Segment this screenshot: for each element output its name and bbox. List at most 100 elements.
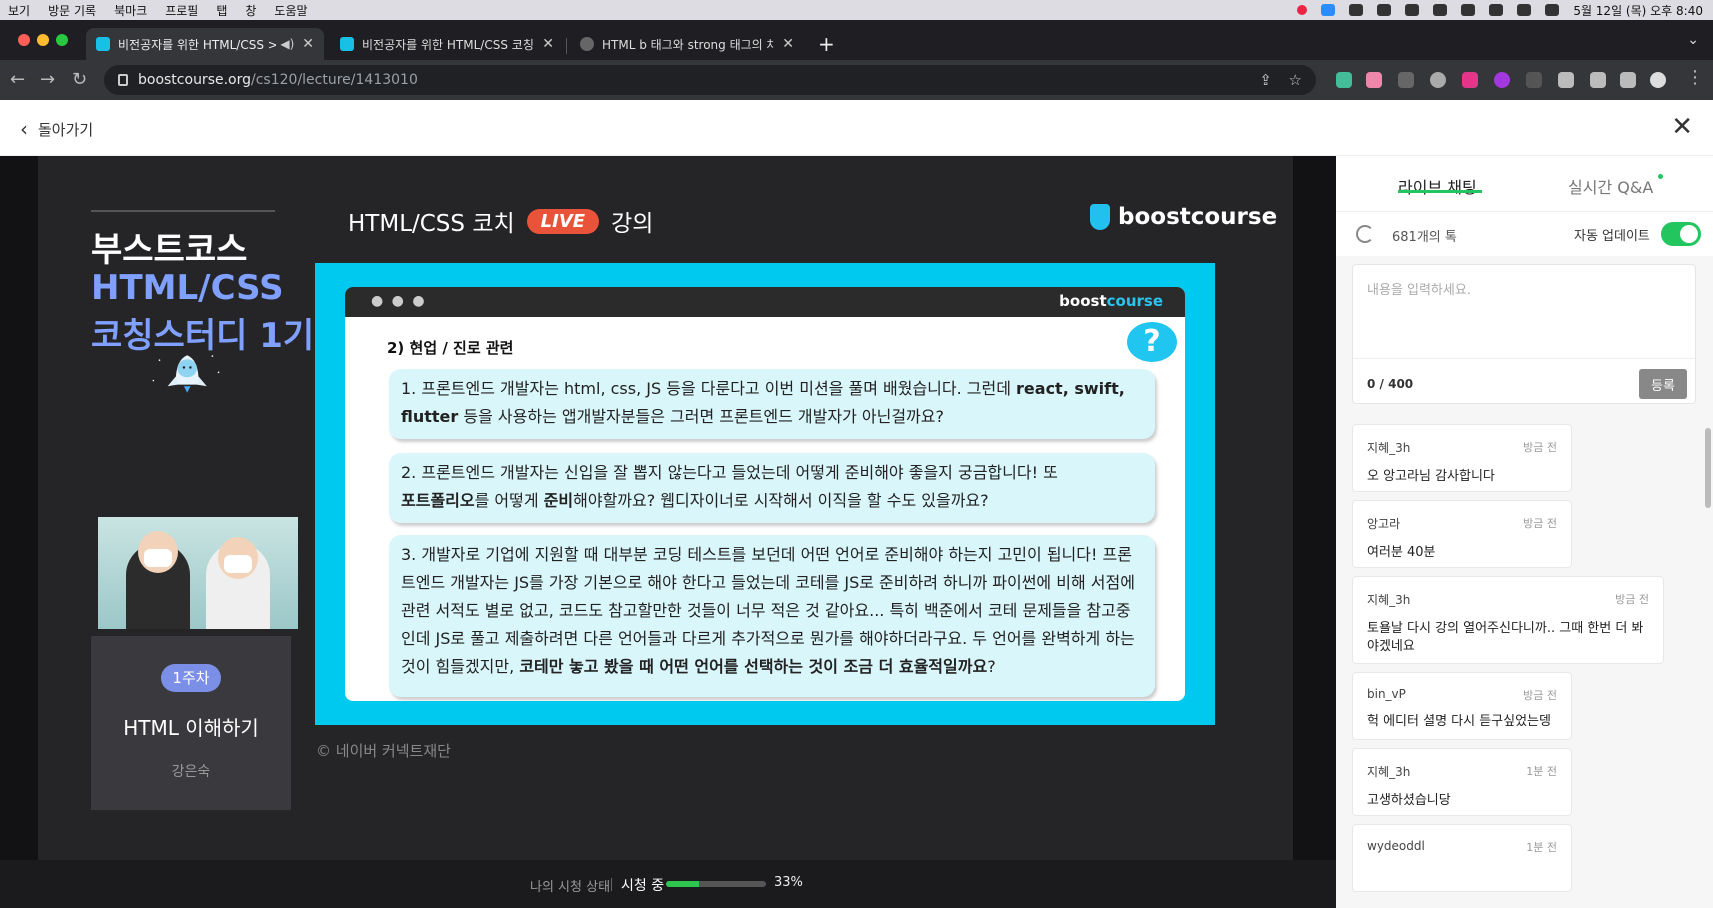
scrollbar-thumb[interactable]: [1705, 428, 1711, 508]
message-text: 오 앙고라님 감사합니다: [1367, 469, 1495, 484]
share-icon[interactable]: ⇪: [1259, 71, 1272, 89]
submit-button[interactable]: 등록: [1639, 369, 1687, 399]
slide-heading-right: 강의: [611, 211, 654, 237]
slide-heading-left: HTML/CSS 코치: [348, 211, 515, 237]
extensions-puzzle-icon[interactable]: [1558, 72, 1574, 88]
week-card: 1주차 HTML 이해하기 강은숙: [91, 636, 291, 810]
message-time: 방금 전: [1523, 441, 1557, 454]
minimize-window-icon[interactable]: [37, 34, 49, 46]
question-frame: ● ● ● boostcourse ? 2) 현업 / 진로 관련 1. 프론트…: [315, 263, 1215, 725]
tab-search-chevron-icon[interactable]: ⌄: [1687, 32, 1699, 48]
clock[interactable]: 5월 12일 (목) 오후 8:40: [1573, 2, 1703, 19]
close-tab-icon[interactable]: ✕: [542, 36, 554, 52]
tab-live-chat[interactable]: 라이브 채팅: [1398, 174, 1477, 198]
slide-heading: HTML/CSS 코치 LIVE 강의: [348, 204, 653, 238]
extension-pocket-icon[interactable]: [1462, 72, 1478, 88]
window-dots: ● ● ●: [371, 293, 427, 309]
q2-text: 를 어떻게: [474, 491, 544, 510]
boostcourse-favicon-icon: [96, 37, 110, 51]
question-1: 1. 프론트엔드 개발자는 html, css, JS 등을 다룬다고 이번 미…: [389, 369, 1155, 439]
address-bar[interactable]: boostcourse.org/cs120/lecture/1413010 ⇪ …: [104, 65, 1316, 95]
app-status-icon[interactable]: [1321, 4, 1336, 16]
auto-update-label: 자동 업데이트: [1574, 229, 1650, 244]
extension-pen-icon[interactable]: [1336, 72, 1352, 88]
chat-composer: 0 / 400 등록: [1352, 264, 1696, 404]
status-value: 시청 중: [621, 878, 665, 894]
progress-percent: 33%: [774, 875, 803, 890]
bookmark-star-icon[interactable]: ☆: [1289, 71, 1302, 89]
new-tab-icon[interactable]: +: [818, 32, 835, 56]
moon-icon[interactable]: [1405, 4, 1420, 16]
message-user: 지혜_3h: [1367, 593, 1411, 607]
question-3: 3. 개발자로 기업에 지원할 때 대부분 코딩 테스트를 보던데 어떤 언어로…: [389, 535, 1155, 697]
divider: [91, 210, 275, 212]
record-icon[interactable]: [1297, 5, 1308, 15]
menu-help[interactable]: 도움말: [274, 2, 307, 19]
forward-arrow-icon[interactable]: →: [40, 70, 55, 90]
close-window-icon[interactable]: [18, 34, 30, 46]
reload-icon[interactable]: ↻: [72, 70, 87, 90]
menu-history[interactable]: 방문 기록: [48, 2, 96, 19]
refresh-icon[interactable]: [1356, 225, 1374, 243]
extension-fx-icon[interactable]: [1398, 72, 1414, 88]
section-title: 2) 현업 / 진로 관련: [387, 339, 514, 357]
zoom-window-icon[interactable]: [56, 34, 68, 46]
chat-message-list[interactable]: 지혜_3h 방금 전 오 앙고라님 감사합니다 앙고라 방금 전 여러분 40분…: [1336, 424, 1713, 908]
extension-palette-icon[interactable]: [1366, 72, 1382, 88]
message-time: 방금 전: [1523, 689, 1557, 702]
wifi-icon[interactable]: [1461, 4, 1476, 16]
keyboard-icon[interactable]: [1433, 4, 1448, 16]
back-arrow-icon[interactable]: ←: [10, 70, 25, 90]
back-button[interactable]: ‹ 돌아가기: [20, 117, 93, 141]
auto-update-toggle[interactable]: [1661, 222, 1701, 246]
menu-tab[interactable]: 탭: [216, 2, 227, 19]
chat-scrollbar[interactable]: [1705, 424, 1711, 908]
lock-icon[interactable]: [118, 74, 128, 86]
char-count: 0 / 400: [1367, 377, 1414, 391]
tab-1[interactable]: 비전공자를 위한 HTML/CSS > ◀) ✕: [86, 28, 324, 60]
play-icon[interactable]: [1377, 4, 1392, 16]
close-tab-icon[interactable]: ✕: [782, 36, 794, 52]
progress-fill: [666, 881, 699, 887]
close-icon[interactable]: ✕: [1671, 112, 1693, 142]
battery-icon[interactable]: [1489, 4, 1504, 16]
control-center-icon[interactable]: [1545, 4, 1560, 16]
kebab-menu-icon[interactable]: ⋮: [1686, 68, 1704, 88]
profile-avatar-icon[interactable]: [1650, 72, 1666, 88]
live-badge: LIVE: [526, 208, 600, 234]
github-favicon-icon: [580, 37, 594, 51]
side-panel-icon[interactable]: [1620, 72, 1636, 88]
extension-purple-icon[interactable]: [1494, 72, 1510, 88]
close-tab-icon[interactable]: ✕: [302, 36, 314, 52]
tab-3[interactable]: HTML b 태그와 strong 태그의 차이 ✕: [570, 28, 804, 60]
boostcourse-logo: boostcourse: [1090, 204, 1277, 230]
instructors-photo: [98, 517, 298, 629]
search-icon[interactable]: [1517, 4, 1532, 16]
week-title: HTML 이해하기: [123, 716, 259, 740]
reading-list-icon[interactable]: [1590, 72, 1606, 88]
message-time: 방금 전: [1615, 593, 1649, 606]
menu-window[interactable]: 창: [245, 2, 256, 19]
question-2: 2. 프론트엔드 개발자는 신입을 잘 뽑지 않는다고 들었는데 어떻게 준비해…: [389, 453, 1155, 523]
q1-bold: flutter: [401, 407, 459, 426]
tab-divider: [566, 38, 567, 54]
menu-bookmarks[interactable]: 북마크: [114, 2, 147, 19]
menu-view[interactable]: 보기: [8, 2, 30, 19]
tab-live-qa[interactable]: 실시간 Q&A: [1568, 174, 1653, 198]
screen-share-icon[interactable]: [1349, 4, 1364, 16]
chat-input[interactable]: [1367, 279, 1677, 339]
q2-bold: 포트폴리오: [401, 491, 475, 510]
extension-code-icon[interactable]: [1526, 72, 1542, 88]
question-mark-icon: ?: [1127, 322, 1177, 362]
tab-title: 비전공자를 위한 HTML/CSS 코칭스터디: [362, 37, 534, 52]
menu-profile[interactable]: 프로필: [165, 2, 198, 19]
message-time: 방금 전: [1523, 517, 1557, 530]
speaker-icon[interactable]: ◀): [280, 37, 294, 51]
video-player[interactable]: 부스트코스 HTML/CSS 코칭스터디 1기 1주차 HTML 이해하기 강은…: [0, 156, 1336, 860]
url-domain: boostcourse.org: [138, 72, 252, 88]
extension-react-icon[interactable]: [1430, 72, 1446, 88]
chat-tabs: 라이브 채팅 실시간 Q&A: [1336, 156, 1713, 212]
q2-bold: 준비: [543, 491, 574, 510]
tab-2[interactable]: 비전공자를 위한 HTML/CSS 코칭스터디 ✕: [330, 28, 564, 60]
q2-text: 해야할까요? 웹디자이너로 시작해서 이직을 할 수도 있을까요?: [573, 491, 989, 510]
